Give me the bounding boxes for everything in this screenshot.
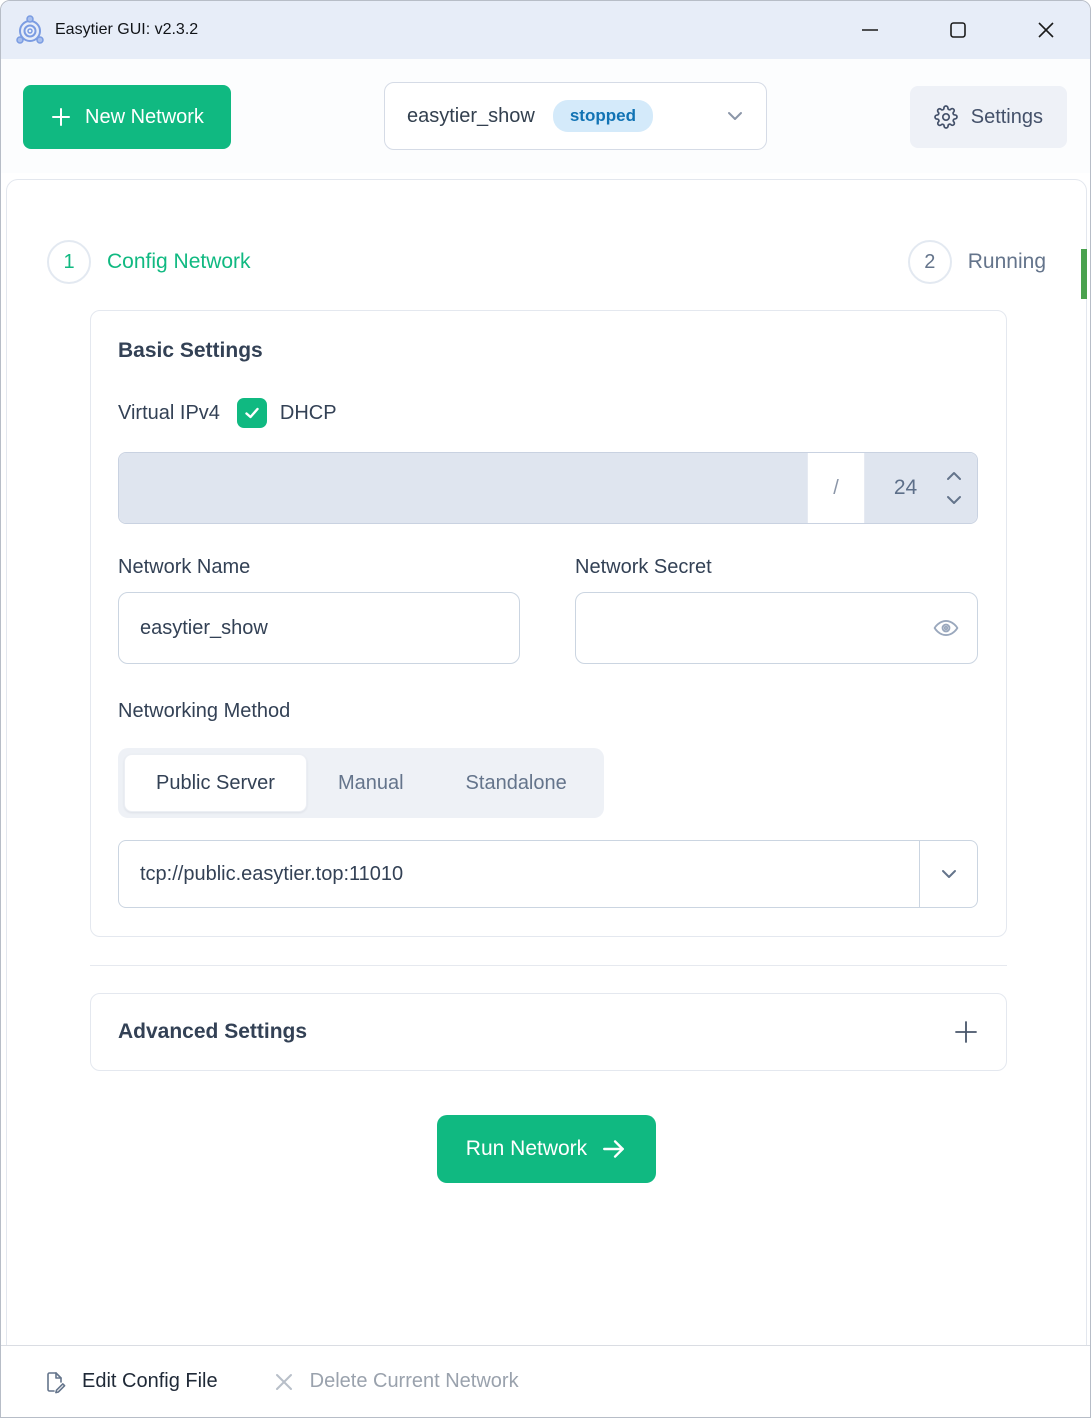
stepper-buttons[interactable] xyxy=(946,471,977,505)
file-edit-icon xyxy=(43,1370,67,1394)
method-manual[interactable]: Manual xyxy=(307,754,435,812)
app-window: Easytier GUI: v2.3.2 New Network easytie… xyxy=(0,0,1091,1418)
network-name-input[interactable] xyxy=(118,592,520,664)
run-row: Run Network xyxy=(7,1115,1086,1183)
virtual-ipv4-group: / 24 xyxy=(118,452,978,524)
delete-current-network-label: Delete Current Network xyxy=(310,1370,519,1393)
step-running[interactable]: 2 Running xyxy=(908,240,1046,284)
new-network-label: New Network xyxy=(85,106,204,129)
ip-prefix-separator: / xyxy=(807,453,865,523)
dhcp-label: DHCP xyxy=(280,402,337,425)
stepper: 1 Config Network 2 Running xyxy=(7,240,1086,284)
minimize-button[interactable] xyxy=(826,1,914,59)
main-content: 1 Config Network 2 Running Basic Setting… xyxy=(6,179,1087,1347)
network-status-badge: stopped xyxy=(553,100,653,132)
virtual-ipv4-row: Virtual IPv4 DHCP xyxy=(118,397,978,429)
delete-current-network-button[interactable]: Delete Current Network xyxy=(273,1370,519,1393)
prefix-length-stepper[interactable]: 24 xyxy=(865,453,977,523)
close-icon xyxy=(1035,19,1057,41)
method-public-server[interactable]: Public Server xyxy=(124,754,307,812)
window-title: Easytier GUI: v2.3.2 xyxy=(55,21,198,39)
network-secret-wrap xyxy=(575,579,978,664)
settings-label: Settings xyxy=(971,106,1043,129)
maximize-icon xyxy=(947,19,969,41)
toggle-secret-visibility-button[interactable] xyxy=(933,615,959,641)
network-secret-label: Network Secret xyxy=(575,556,978,579)
x-icon xyxy=(273,1371,295,1393)
plus-icon xyxy=(952,1018,980,1046)
close-button[interactable] xyxy=(1002,1,1090,59)
advanced-settings-title: Advanced Settings xyxy=(118,1020,307,1044)
step-number: 2 xyxy=(908,240,952,284)
dhcp-checkbox[interactable] xyxy=(237,398,267,428)
network-name-label: Network Name xyxy=(118,556,520,579)
advanced-settings-card[interactable]: Advanced Settings xyxy=(90,993,1007,1071)
run-network-button[interactable]: Run Network xyxy=(437,1115,656,1183)
plus-icon xyxy=(50,106,72,128)
step-number: 1 xyxy=(47,240,91,284)
header-toolbar: New Network easytier_show stopped Settin… xyxy=(1,59,1090,173)
chevron-down-icon xyxy=(938,863,960,885)
networking-method-segmented: Public Server Manual Standalone xyxy=(118,748,604,818)
chevron-up-icon xyxy=(946,471,962,481)
network-select[interactable]: easytier_show stopped xyxy=(384,82,767,150)
chevron-down-icon xyxy=(724,105,746,127)
server-select-caret[interactable] xyxy=(919,841,977,907)
networking-method-label: Networking Method xyxy=(118,700,978,723)
maximize-button[interactable] xyxy=(914,1,1002,59)
network-select-value: easytier_show xyxy=(407,105,535,128)
gear-icon xyxy=(934,105,958,129)
public-server-url: tcp://public.easytier.top:11010 xyxy=(119,841,919,907)
step-label: Running xyxy=(968,250,1046,274)
step-config-network[interactable]: 1 Config Network xyxy=(47,240,251,284)
virtual-ipv4-input[interactable] xyxy=(119,453,807,523)
settings-button[interactable]: Settings xyxy=(910,86,1067,148)
titlebar: Easytier GUI: v2.3.2 xyxy=(1,1,1090,59)
method-standalone[interactable]: Standalone xyxy=(435,754,598,812)
prefix-length-value: 24 xyxy=(865,476,946,500)
advanced-settings-expand-button[interactable] xyxy=(952,1018,980,1046)
edit-config-file-label: Edit Config File xyxy=(82,1370,218,1393)
network-secret-input[interactable] xyxy=(575,592,978,664)
edge-artifact xyxy=(1081,249,1087,299)
chevron-down-icon xyxy=(946,495,962,505)
virtual-ipv4-label: Virtual IPv4 xyxy=(118,402,220,425)
check-icon xyxy=(243,404,261,422)
section-divider xyxy=(90,965,1007,966)
basic-settings-title: Basic Settings xyxy=(118,339,978,363)
edit-config-file-button[interactable]: Edit Config File xyxy=(43,1370,218,1394)
basic-settings-card: Basic Settings Virtual IPv4 DHCP / 24 xyxy=(90,310,1007,937)
new-network-button[interactable]: New Network xyxy=(23,85,231,149)
name-secret-row: Network Name Network Secret xyxy=(118,556,978,664)
eye-icon xyxy=(933,615,959,641)
app-logo-icon xyxy=(14,14,46,46)
run-network-label: Run Network xyxy=(466,1137,587,1161)
minimize-icon xyxy=(859,19,881,41)
step-label: Config Network xyxy=(107,250,251,274)
public-server-select[interactable]: tcp://public.easytier.top:11010 xyxy=(118,840,978,908)
footer-bar: Edit Config File Delete Current Network xyxy=(1,1345,1090,1417)
arrow-right-icon xyxy=(601,1136,627,1162)
